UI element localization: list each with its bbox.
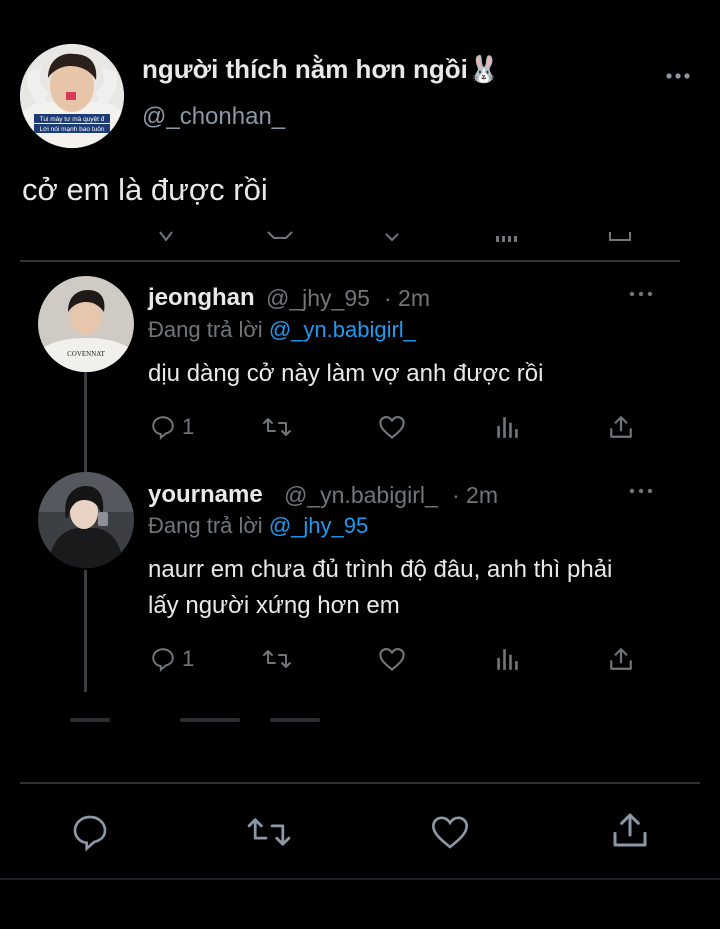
views-button[interactable] [494,414,520,440]
main-tweet-text: cở em là được rồi [22,172,268,207]
views-icon [497,417,518,438]
replying-to-line: Đang trả lời @_yn.babigirl_ [148,317,416,343]
replying-to-mention[interactable]: @_jhy_95 [269,513,368,538]
avatar-caption-line-2: Lời nói mạnh bao tuôn [40,126,105,133]
share-icon[interactable] [610,810,650,850]
reply-handle[interactable]: @_yn.babigirl_ [284,482,438,509]
retweet-icon [263,418,291,436]
reply-icon[interactable] [70,812,110,852]
reply-timestamp[interactable]: · 2m [452,482,498,509]
heart-icon[interactable] [430,812,470,852]
reply-handle[interactable]: @_jhy_95 [266,285,370,312]
retweet-button[interactable] [262,646,292,672]
share-button[interactable] [608,414,634,440]
views-button[interactable] [494,646,520,672]
reply-button[interactable]: 1 [150,646,194,672]
replying-to-label: Đang trả lời [148,317,263,342]
heart-icon [379,416,405,439]
reply-display-name[interactable]: yourname [148,481,263,509]
reply-avatar-jeonghan[interactable]: COVENNAT [38,276,134,372]
views-icon [497,649,518,670]
like-button[interactable] [378,414,406,440]
like-button[interactable] [378,646,406,672]
reply-display-name[interactable]: jeonghan [148,284,255,312]
retweet-icon [263,650,291,668]
more-horizontal-icon[interactable] [628,485,654,497]
replying-to-label: Đang trả lời [148,513,263,538]
more-horizontal-icon[interactable] [628,288,654,300]
more-horizontal-icon[interactable] [664,64,692,88]
reply-button[interactable]: 1 [150,414,194,440]
main-avatar[interactable]: Tui mày tư mà quyệt đ Lời nói mạnh bao t… [20,44,124,148]
divider [20,782,700,784]
reply-count: 1 [182,646,195,671]
retweet-button[interactable] [262,414,292,440]
reply-icon [152,416,174,440]
share-icon [610,648,632,670]
heart-icon [379,648,405,671]
clipped-content-remnant [70,716,330,724]
replying-to-line: Đang trả lời @_jhy_95 [148,513,368,539]
reply-count: 1 [182,414,195,439]
share-button[interactable] [608,646,634,672]
clipped-action-row [140,228,660,244]
avatar-caption-line-1: Tui mày tư mà quyệt đ [40,116,105,123]
replying-to-mention[interactable]: @_yn.babigirl_ [269,317,416,342]
avatar-shirt-text: COVENNAT [67,350,105,358]
main-display-name[interactable]: người thích nằm hơn ngồi🐰 [142,54,500,85]
reply-avatar-yourname[interactable] [38,472,134,568]
share-icon [610,416,632,438]
reply-text: dịu dàng cở này làm vợ anh được rồi [148,360,544,387]
reply-timestamp[interactable]: · 2m [384,285,430,312]
reply-text: naurr em chưa đủ trình độ đâu, anh thì p… [148,556,613,619]
divider [0,878,720,880]
reply-icon [152,648,174,672]
retweet-icon[interactable] [246,812,292,852]
thread-connector [84,372,87,472]
thread-connector [84,570,87,692]
main-handle[interactable]: @_chonhan_ [142,103,285,131]
